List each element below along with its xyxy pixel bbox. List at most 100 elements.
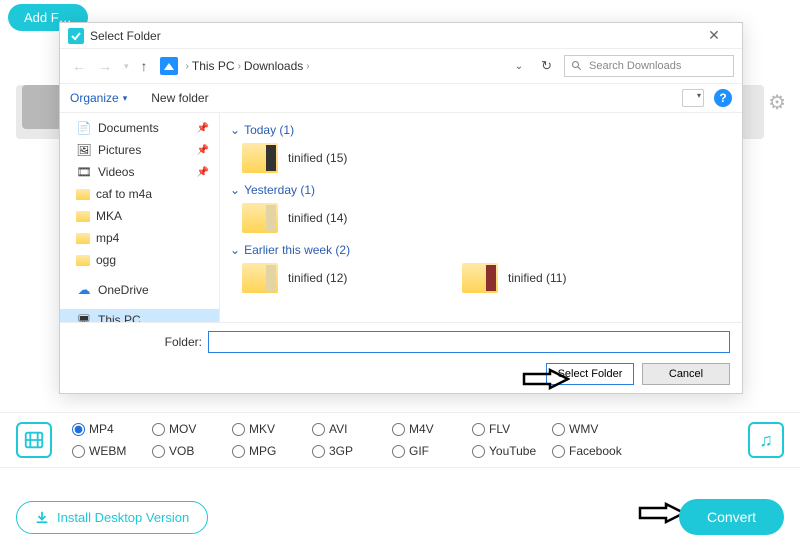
format-option[interactable]: AVI	[312, 422, 392, 436]
folder-icon	[76, 255, 90, 266]
sidebar-item-label: ogg	[96, 253, 116, 267]
folder-icon	[462, 263, 498, 293]
close-icon[interactable]: ✕	[694, 27, 734, 44]
install-label: Install Desktop Version	[57, 510, 189, 525]
refresh-icon[interactable]: ↻	[533, 58, 560, 74]
folder-item[interactable]: tinified (15)	[242, 143, 442, 173]
sidebar[interactable]: Documents📌Pictures📌Videos📌caf to m4aMKAm…	[60, 113, 220, 322]
group-header[interactable]: Earlier this week (2)	[230, 243, 732, 257]
format-option[interactable]: GIF	[392, 444, 472, 458]
crumb-dropdown-icon[interactable]: ⌄	[515, 61, 523, 72]
pin-icon: 📌	[197, 123, 209, 134]
breadcrumb[interactable]: › This PC › Downloads › ⌄	[186, 59, 530, 73]
sidebar-item[interactable]: Documents 📌	[60, 117, 219, 139]
sidebar-item-label: OneDrive	[98, 283, 149, 297]
sidebar-item[interactable]: ogg	[60, 249, 219, 271]
dialog-footer: Folder: Select Folder Cancel	[60, 322, 742, 393]
format-option[interactable]: YouTube	[472, 444, 552, 458]
format-label: Facebook	[569, 444, 622, 458]
sidebar-item-label: Pictures	[98, 143, 141, 157]
search-placeholder: Search Downloads	[589, 60, 681, 72]
format-option[interactable]: MOV	[152, 422, 232, 436]
pointer-arrow-icon	[522, 368, 570, 390]
view-options-icon[interactable]	[682, 89, 704, 107]
pin-icon: 📌	[197, 167, 209, 178]
format-option[interactable]: M4V	[392, 422, 472, 436]
group-title: Today (1)	[244, 123, 294, 137]
pic-icon	[76, 142, 92, 158]
doc-icon	[76, 120, 92, 136]
folder-icon	[76, 211, 90, 222]
pin-icon: 📌	[197, 145, 209, 156]
organize-button[interactable]: Organize	[70, 91, 127, 105]
folder-icon	[76, 189, 90, 200]
format-label: 3GP	[329, 444, 353, 458]
audio-icon[interactable]	[748, 422, 784, 458]
cloud-icon	[76, 282, 92, 298]
sidebar-item[interactable]: MKA	[60, 205, 219, 227]
sidebar-item-label: This PC	[98, 313, 141, 322]
pc-icon	[76, 312, 92, 322]
format-option[interactable]: MP4	[72, 422, 152, 436]
format-label: YouTube	[489, 444, 536, 458]
format-option[interactable]: 3GP	[312, 444, 392, 458]
folder-label: tinified (11)	[508, 271, 566, 285]
new-folder-button[interactable]: New folder	[151, 91, 208, 105]
vid-icon	[76, 164, 92, 180]
crumb-downloads[interactable]: Downloads	[241, 59, 306, 73]
group-header[interactable]: Yesterday (1)	[230, 183, 732, 197]
folder-icon	[242, 143, 278, 173]
folder-item[interactable]: tinified (11)	[462, 263, 662, 293]
format-label: M4V	[409, 422, 434, 436]
format-option[interactable]: WMV	[552, 422, 632, 436]
format-label: MPG	[249, 444, 276, 458]
sidebar-item[interactable]: Videos📌	[60, 161, 219, 183]
format-option[interactable]: Facebook	[552, 444, 632, 458]
format-option[interactable]: VOB	[152, 444, 232, 458]
group-title: Yesterday (1)	[244, 183, 315, 197]
format-option[interactable]: MKV	[232, 422, 312, 436]
folder-label: tinified (15)	[288, 151, 347, 165]
folder-input[interactable]	[208, 331, 730, 353]
nav-row: ← → ▾ ↑ › This PC › Downloads › ⌄ ↻ Sear…	[60, 49, 742, 83]
format-option[interactable]: FLV	[472, 422, 552, 436]
format-label: MOV	[169, 422, 196, 436]
sidebar-item-label: MKA	[96, 209, 122, 223]
sidebar-item[interactable]: OneDrive	[60, 279, 219, 301]
format-label: AVI	[329, 422, 347, 436]
chevron-down-icon[interactable]: ▾	[120, 61, 133, 72]
format-option[interactable]: MPG	[232, 444, 312, 458]
folder-item[interactable]: tinified (14)	[242, 203, 442, 233]
chevron-right-icon: ›	[306, 61, 309, 72]
sidebar-item-label: Documents	[98, 121, 159, 135]
search-input[interactable]: Search Downloads	[564, 55, 734, 77]
format-option[interactable]: WEBM	[72, 444, 152, 458]
toolbar: Organize New folder ?	[60, 83, 742, 113]
dialog-title: Select Folder	[90, 29, 694, 43]
sidebar-item[interactable]: This PC	[60, 309, 219, 322]
video-icon[interactable]	[16, 422, 52, 458]
sidebar-item[interactable]: Pictures 📌	[60, 139, 219, 161]
help-icon[interactable]: ?	[714, 89, 732, 107]
select-folder-dialog: Select Folder ✕ ← → ▾ ↑ › This PC › Down…	[59, 22, 743, 394]
format-label: GIF	[409, 444, 429, 458]
group-title: Earlier this week (2)	[244, 243, 350, 257]
group-header[interactable]: Today (1)	[230, 123, 732, 137]
forward-icon: →	[94, 58, 116, 74]
folder-label: tinified (14)	[288, 211, 347, 225]
install-desktop-button[interactable]: Install Desktop Version	[16, 501, 208, 534]
format-row: MP4 MOV MKV AVI M4V FLVWMV WEBM VOB MPG 3GP GIF You…	[0, 412, 800, 468]
sidebar-item-label: caf to m4a	[96, 187, 152, 201]
crumb-thispc[interactable]: This PC	[189, 59, 238, 73]
folder-icon	[242, 203, 278, 233]
folder-item[interactable]: tinified (12)	[242, 263, 442, 293]
sidebar-item[interactable]: mp4	[60, 227, 219, 249]
convert-button[interactable]: Convert	[679, 499, 784, 535]
cancel-button[interactable]: Cancel	[642, 363, 730, 385]
up-icon[interactable]: ↑	[137, 58, 152, 74]
back-icon[interactable]: ←	[68, 58, 90, 74]
content-pane[interactable]: Today (1) tinified (15) Yesterday (1) tinif…	[220, 113, 742, 322]
gear-icon[interactable]: ⚙	[768, 90, 786, 115]
sidebar-item[interactable]: caf to m4a	[60, 183, 219, 205]
format-label: VOB	[169, 444, 194, 458]
